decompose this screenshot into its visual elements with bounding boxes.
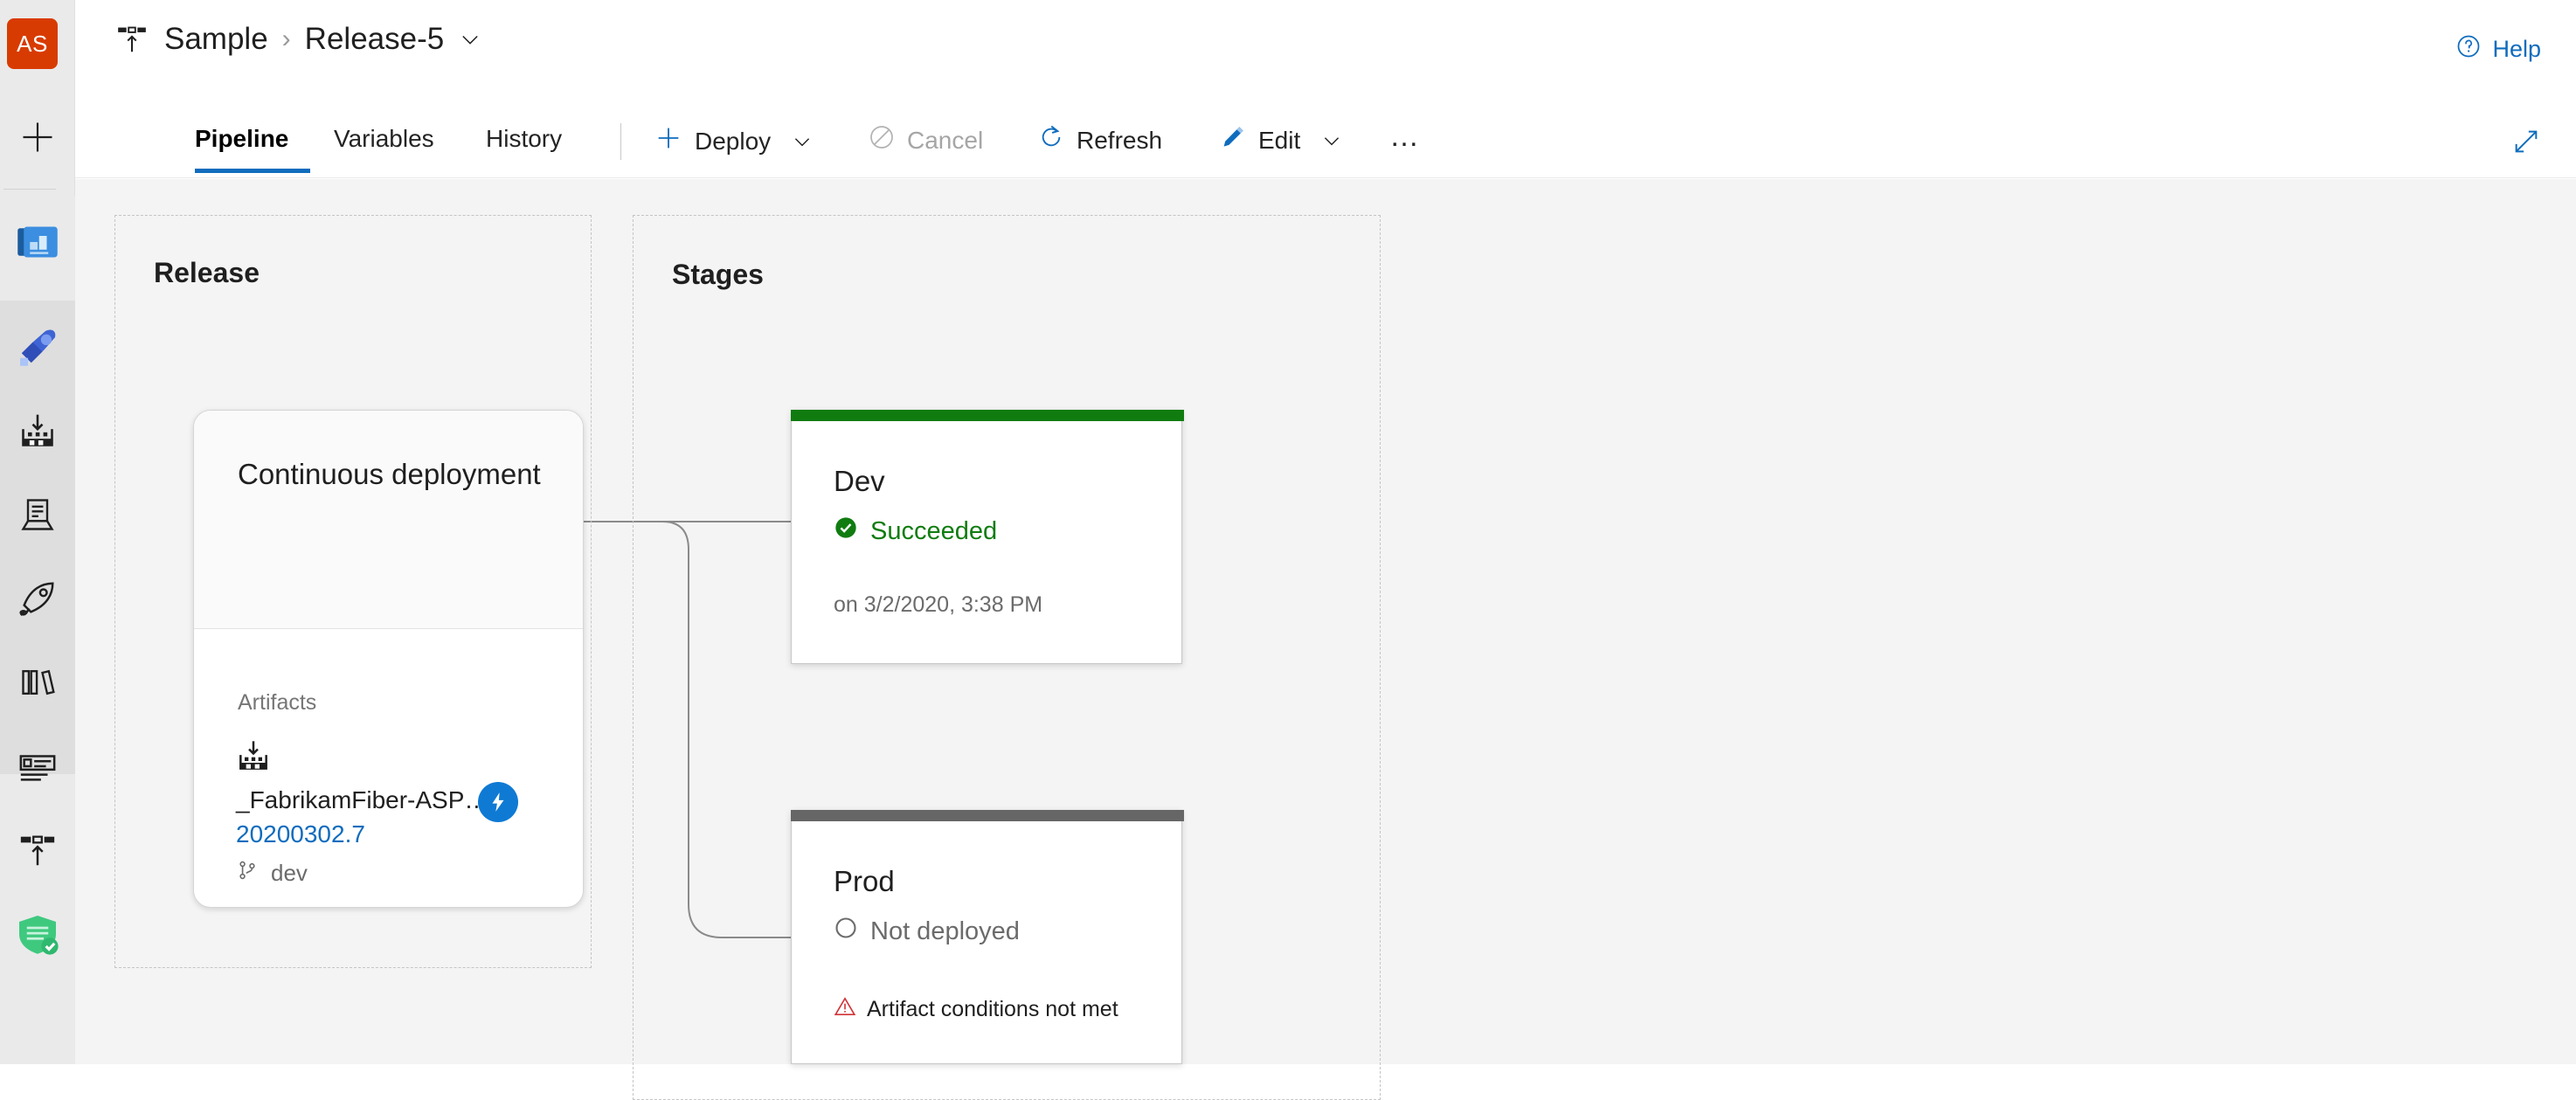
rail-item-task-groups[interactable]: [0, 727, 75, 809]
rail-item-deployment-pools[interactable]: [0, 811, 75, 893]
project-icon: [13, 218, 62, 271]
tab-history[interactable]: History: [486, 125, 562, 153]
artifact-name[interactable]: _FabrikamFiber-ASP…: [236, 786, 488, 814]
add-icon: [18, 118, 57, 161]
expand-diagonal-icon: [2511, 130, 2541, 160]
rail-item-deployment-groups[interactable]: [0, 475, 75, 557]
rocket-icon: [12, 322, 63, 377]
chevron-down-icon: [791, 130, 814, 153]
artifact-branch-label: dev: [271, 860, 308, 886]
command-bar: Pipeline Variables History Deploy Cancel…: [75, 104, 2576, 178]
edit-button[interactable]: Edit: [1219, 123, 1343, 157]
rail-divider: [3, 189, 56, 190]
rail-item-security[interactable]: [0, 895, 75, 977]
cancel-label: Cancel: [907, 126, 984, 154]
build-artifact-icon: [236, 738, 271, 778]
stages-section-title: Stages: [672, 259, 764, 290]
plus-icon: [654, 123, 683, 159]
help-circle-icon: [2455, 33, 2482, 66]
pipeline-canvas: Release Continuous deployment Artifacts …: [75, 179, 2576, 1100]
lightning-icon[interactable]: [478, 782, 518, 822]
rail-item-releases[interactable]: [0, 559, 75, 641]
empty-circle-icon: [834, 916, 858, 947]
chevron-down-icon[interactable]: [458, 27, 482, 52]
top-bar: Sample › Release-5 Help: [75, 0, 2576, 104]
artifacts-label: Artifacts: [238, 690, 317, 715]
help-button[interactable]: Help: [2455, 33, 2541, 66]
active-tab-underline: [195, 169, 310, 173]
artifact-branch: dev: [236, 859, 308, 888]
server-icon: [18, 495, 57, 538]
deploy-label: Deploy: [695, 127, 772, 155]
stage-timestamp: on 3/2/2020, 3:38 PM: [834, 592, 1043, 617]
check-circle-icon: [834, 515, 858, 547]
refresh-icon: [1037, 123, 1065, 157]
release-card-header: [194, 411, 583, 629]
avatar[interactable]: AS: [7, 18, 58, 69]
release-card-title: Continuous deployment: [238, 458, 541, 490]
breadcrumb-separator: ›: [281, 24, 291, 53]
stage-warning: Artifact conditions not met: [834, 995, 1118, 1024]
more-button[interactable]: …: [1389, 120, 1422, 154]
rail-item-add[interactable]: [0, 98, 75, 180]
breadcrumb-project[interactable]: Sample: [164, 22, 268, 57]
cancel-button: Cancel: [868, 123, 983, 157]
stage-status-label: Not deployed: [870, 917, 1020, 945]
stage-warning-label: Artifact conditions not met: [867, 997, 1118, 1021]
stage-status: Not deployed: [834, 916, 1020, 947]
refresh-button[interactable]: Refresh: [1037, 123, 1162, 157]
release-pipeline-icon: [115, 23, 149, 56]
release-pipeline-icon: [17, 830, 58, 875]
avatar-initials: AS: [17, 30, 48, 57]
breadcrumb: Sample › Release-5: [115, 22, 482, 57]
command-divider: [620, 123, 621, 160]
stage-status-strip: [791, 410, 1184, 421]
stage-status: Succeeded: [834, 515, 997, 547]
stage-status-label: Succeeded: [870, 516, 998, 545]
chevron-down-icon: [1320, 129, 1343, 152]
shield-check-icon: [13, 910, 62, 963]
left-rail: AS: [0, 0, 75, 1064]
tab-variables[interactable]: Variables: [334, 125, 434, 153]
rail-item-library[interactable]: [0, 643, 75, 725]
expand-button[interactable]: [2511, 127, 2541, 161]
artifact-version-link[interactable]: 20200302.7: [236, 820, 365, 848]
stage-card-dev[interactable]: Dev Succeeded on 3/2/2020, 3:38 PM: [791, 410, 1184, 664]
stage-card-prod[interactable]: Prod Not deployed Artifact conditions no…: [791, 810, 1184, 1064]
edit-label: Edit: [1258, 126, 1301, 154]
pencil-icon: [1219, 123, 1247, 157]
rail-item-pipelines[interactable]: [0, 308, 75, 390]
breadcrumb-release[interactable]: Release-5: [305, 22, 445, 57]
more-icon: …: [1389, 120, 1422, 153]
release-artifact-card[interactable]: Continuous deployment Artifacts _Fabrika…: [193, 410, 584, 908]
library-icon: [18, 663, 57, 706]
release-section-title: Release: [154, 257, 260, 288]
warning-triangle-icon: [834, 995, 856, 1024]
stage-name: Prod: [834, 865, 895, 897]
download-box-icon: [18, 412, 57, 454]
rail-item-project[interactable]: [0, 203, 75, 285]
cancel-icon: [868, 123, 896, 157]
deploy-button[interactable]: Deploy: [654, 123, 814, 159]
branch-icon: [236, 859, 259, 888]
tab-pipeline[interactable]: Pipeline: [195, 125, 288, 153]
task-list-icon: [17, 746, 58, 791]
stage-status-strip: [791, 810, 1184, 821]
refresh-label: Refresh: [1077, 126, 1163, 154]
stage-name: Dev: [834, 465, 885, 497]
help-label: Help: [2492, 36, 2541, 62]
rocket-outline-icon: [17, 578, 58, 623]
rail-item-artifacts[interactable]: [0, 391, 75, 474]
